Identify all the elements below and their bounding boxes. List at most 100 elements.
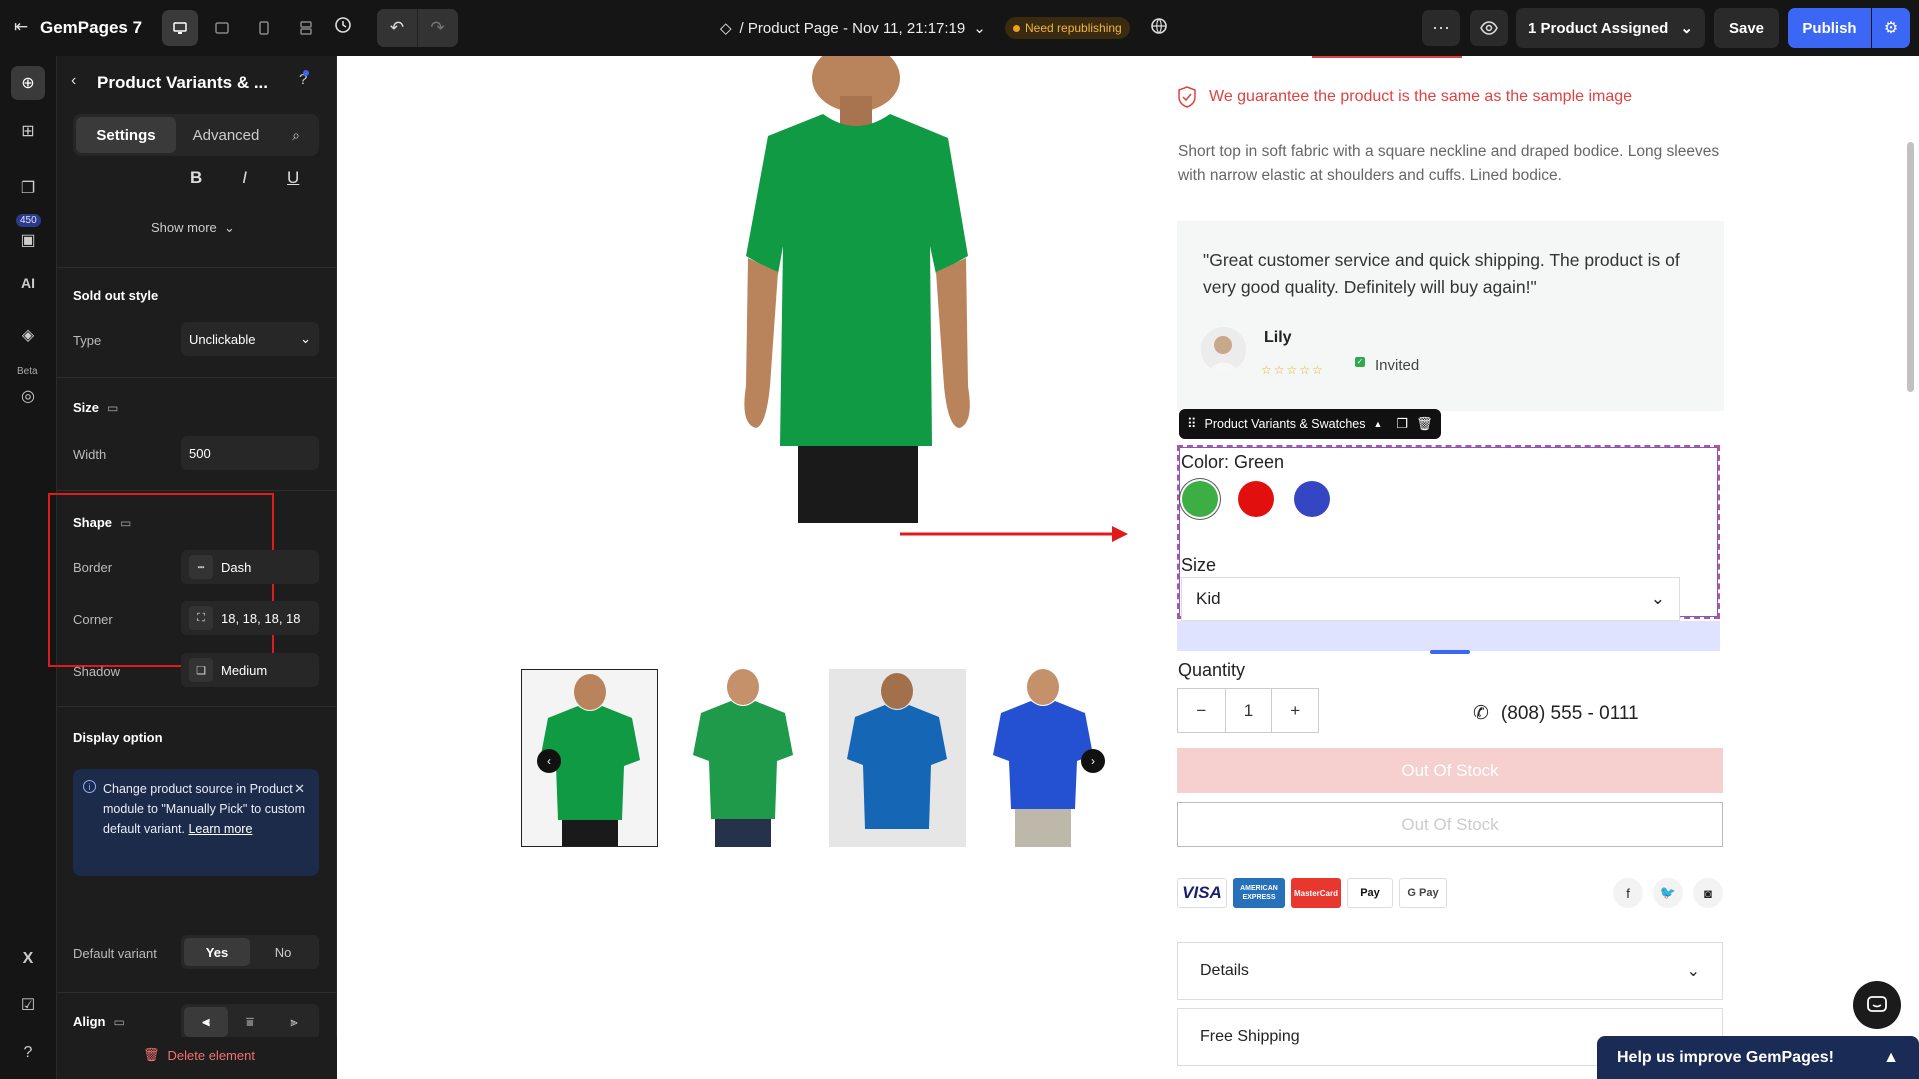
plus-icon[interactable]: + xyxy=(1271,689,1318,732)
instagram-icon[interactable]: ◙ xyxy=(1693,878,1723,908)
swatch-blue[interactable] xyxy=(1294,481,1330,517)
size-select[interactable]: Kid ⌄ xyxy=(1181,577,1680,621)
next-slide-icon[interactable]: › xyxy=(1081,749,1105,773)
twitter-icon[interactable]: 🐦 xyxy=(1653,878,1683,908)
show-more-link[interactable]: Show more ⌄ xyxy=(151,220,235,236)
layout-view-icon[interactable] xyxy=(288,10,324,46)
divider xyxy=(57,377,337,378)
caret-up-icon[interactable]: ▲ xyxy=(1374,419,1383,429)
align-left-icon[interactable]: ⫷ xyxy=(184,1007,228,1037)
ai-icon[interactable]: AI xyxy=(11,266,45,300)
duplicate-icon[interactable]: ❐ xyxy=(1396,416,1408,432)
help-icon[interactable]: ? xyxy=(11,1036,45,1070)
more-options-icon[interactable]: ⋯ xyxy=(1422,10,1460,46)
dash-line-icon: ┅ xyxy=(189,555,213,579)
quantity-stepper: − 1 + xyxy=(1177,688,1319,733)
out-of-stock-button[interactable]: Out Of Stock xyxy=(1177,748,1723,793)
variants-block[interactable]: Color: Green Size Kid ⌄ xyxy=(1177,445,1720,621)
pages-icon[interactable]: ❐ xyxy=(11,171,45,205)
redo-icon[interactable]: ↷ xyxy=(417,9,457,47)
main-product-image[interactable] xyxy=(618,56,1088,523)
history-icon[interactable] xyxy=(334,16,352,39)
delete-element-label: Delete element xyxy=(167,1047,255,1063)
style-icon[interactable]: ◎ xyxy=(11,379,45,413)
tab-advanced[interactable]: Advanced xyxy=(176,117,276,153)
prev-slide-icon[interactable]: ‹ xyxy=(537,749,561,773)
phone-icon: ✆ xyxy=(1473,703,1489,724)
minus-icon[interactable]: − xyxy=(1178,689,1225,732)
feedback-banner[interactable]: Help us improve GemPages! ▲ xyxy=(1597,1036,1919,1079)
width-input[interactable]: 500 xyxy=(181,436,319,470)
save-button[interactable]: Save xyxy=(1714,8,1779,48)
trash-icon: 🗑 xyxy=(143,1047,160,1062)
chat-support-button[interactable] xyxy=(1853,981,1901,1029)
publish-settings-icon[interactable]: ⚙ xyxy=(1872,8,1910,48)
drag-handle-icon[interactable]: ⠿ xyxy=(1187,416,1197,432)
chevron-down-icon: ⌄ xyxy=(1680,20,1693,37)
desktop-view-icon[interactable] xyxy=(162,10,198,46)
align-right-icon[interactable]: ⫸ xyxy=(272,1007,316,1037)
device-switcher xyxy=(162,10,324,46)
facebook-icon[interactable]: f xyxy=(1613,878,1643,908)
shadow-select[interactable]: ❏ Medium xyxy=(181,653,319,687)
learn-more-link[interactable]: Learn more xyxy=(188,822,252,836)
padding-indicator xyxy=(1177,621,1720,651)
info-notice: i Change product source in Product modul… xyxy=(73,769,319,876)
sections-icon[interactable]: ⊞ xyxy=(11,114,45,148)
quantity-value[interactable]: 1 xyxy=(1224,689,1272,732)
amex-icon: AMERICAN EXPRESS xyxy=(1233,878,1285,908)
product-assigned-label: 1 Product Assigned xyxy=(1528,19,1669,37)
layers-icon[interactable]: ◈ xyxy=(11,318,45,352)
tag-icon: ◇ xyxy=(720,20,732,37)
corner-radius-input[interactable]: ⛶ 18, 18, 18, 18 xyxy=(181,601,319,635)
canvas-scrollbar[interactable] xyxy=(1907,142,1914,392)
review-status: ✓ Invited xyxy=(1355,356,1419,374)
add-element-icon[interactable]: ⊕ xyxy=(11,66,45,100)
out-of-stock-secondary-button[interactable]: Out Of Stock xyxy=(1177,802,1723,847)
undo-icon[interactable]: ↶ xyxy=(377,9,417,47)
border-label: Border xyxy=(73,560,113,575)
element-toolbar[interactable]: ⠿ Product Variants & Swatches ▲ ❐ 🗑 xyxy=(1179,409,1441,439)
align-center-icon[interactable]: ⩸ xyxy=(228,1007,272,1037)
underline-icon[interactable]: U xyxy=(287,168,299,188)
checklist-icon[interactable]: ☑ xyxy=(11,988,45,1022)
product-assigned-dropdown[interactable]: 1 Product Assigned ⌄ xyxy=(1516,8,1705,48)
sold-out-type-select[interactable]: Unclickable ⌄ xyxy=(181,322,319,356)
accordion-details[interactable]: Details ⌄ xyxy=(1177,942,1723,1000)
mobile-view-icon[interactable] xyxy=(246,10,282,46)
x-icon[interactable]: X xyxy=(11,942,45,976)
page-selector[interactable]: ◇ / Product Page - Nov 11, 21:17:19 ⌄ xyxy=(720,19,986,38)
search-icon[interactable]: ⌕ xyxy=(276,127,316,144)
trash-icon[interactable]: 🗑 xyxy=(1416,416,1433,432)
exit-icon[interactable]: ⇤ xyxy=(14,17,36,39)
preview-icon[interactable] xyxy=(1470,10,1508,46)
italic-icon[interactable]: I xyxy=(242,168,247,188)
swatch-red[interactable] xyxy=(1238,481,1274,517)
product-thumbnail[interactable] xyxy=(675,669,812,847)
swatch-green[interactable] xyxy=(1182,481,1218,517)
corner-label: Corner xyxy=(73,612,113,627)
app-logo: GemPages 7 xyxy=(40,18,143,37)
publish-button[interactable]: Publish xyxy=(1788,8,1871,48)
default-variant-no[interactable]: No xyxy=(250,938,316,966)
back-arrow-icon[interactable]: ‹ xyxy=(71,72,76,90)
language-icon[interactable] xyxy=(1150,17,1168,40)
tab-settings[interactable]: Settings xyxy=(76,117,176,153)
templates-icon[interactable]: ▣ xyxy=(11,223,45,257)
bold-icon[interactable]: B xyxy=(190,168,202,188)
avatar xyxy=(1201,327,1246,372)
tablet-view-icon[interactable] xyxy=(204,10,240,46)
border-style-select[interactable]: ┅ Dash xyxy=(181,550,319,584)
product-thumbnail[interactable] xyxy=(829,669,966,847)
caret-up-icon[interactable]: ▲ xyxy=(1883,1049,1899,1067)
chat-icon xyxy=(1867,996,1887,1012)
resize-handle[interactable] xyxy=(1430,650,1470,654)
align-toggle: ⫷ ⩸ ⫸ xyxy=(181,1004,319,1040)
default-variant-yes[interactable]: Yes xyxy=(184,938,250,966)
close-icon[interactable]: ✕ xyxy=(294,779,305,799)
delete-element-button[interactable]: 🗑 Delete element xyxy=(143,1047,255,1063)
panel-help-icon[interactable]: ? xyxy=(299,70,310,88)
align-heading: Align ▭ xyxy=(73,1014,125,1029)
border-style-value: Dash xyxy=(221,559,252,575)
chevron-down-icon: ⌄ xyxy=(220,220,235,235)
